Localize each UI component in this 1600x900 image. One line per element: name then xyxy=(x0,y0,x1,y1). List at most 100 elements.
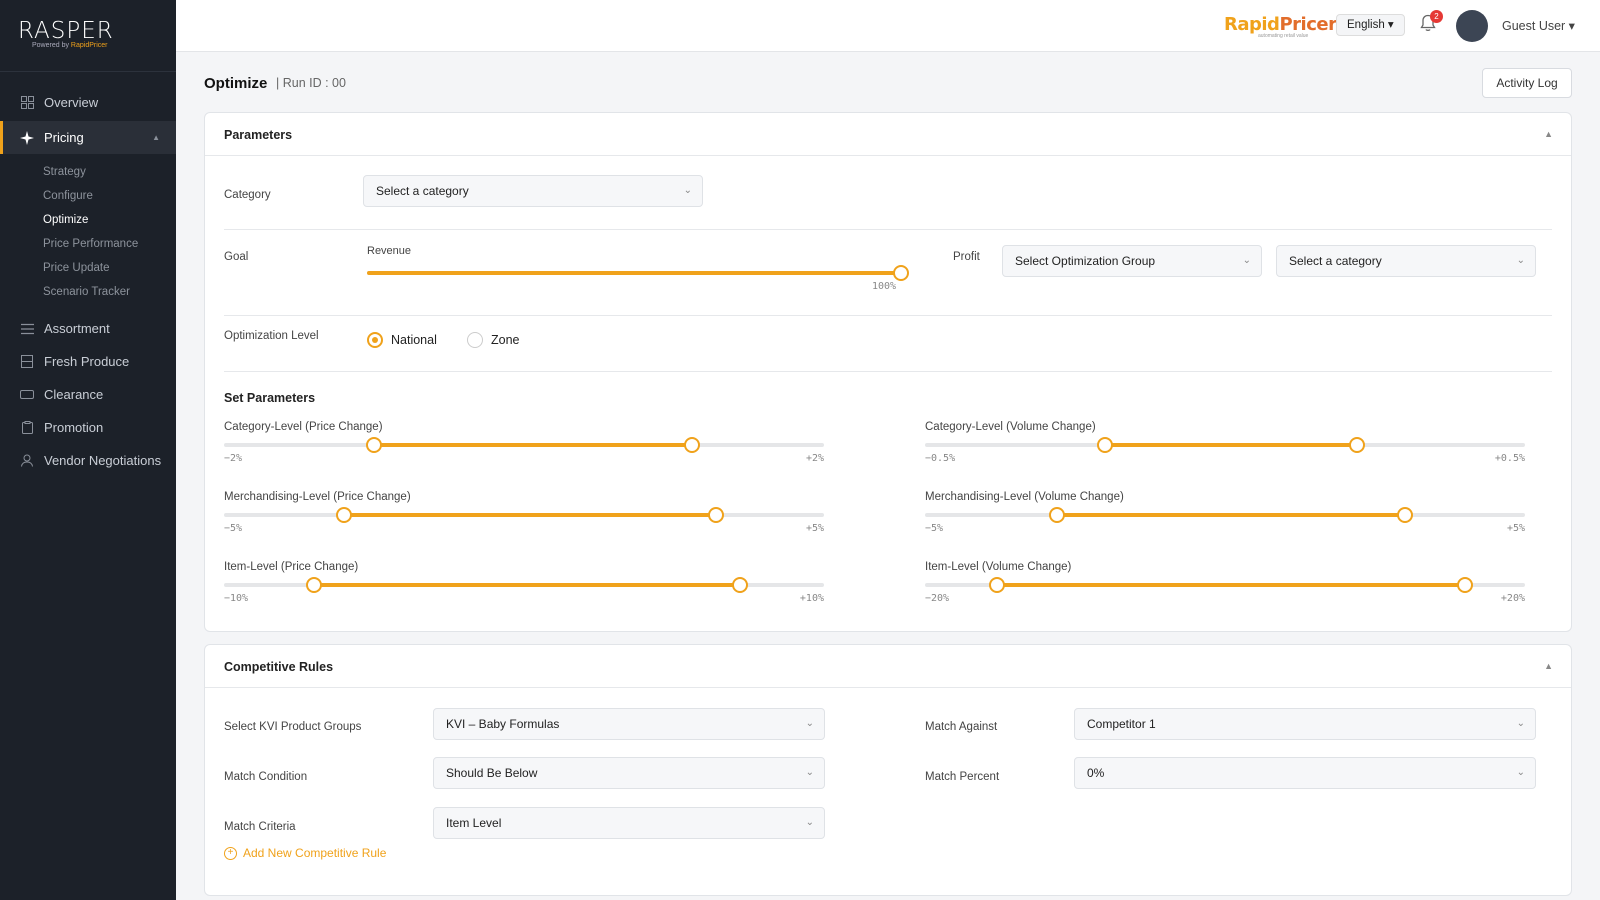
collapse-caret-icon[interactable]: ▲ xyxy=(152,133,160,142)
select-value: Select a category xyxy=(1289,254,1382,268)
kvi-label: Select KVI Product Groups xyxy=(224,721,362,733)
slider-min-label: −5% xyxy=(224,523,243,534)
profit-label: Profit xyxy=(953,251,980,263)
goal-slider-thumb[interactable] xyxy=(893,265,909,281)
radio-national[interactable] xyxy=(367,332,383,348)
collapse-arrow-icon[interactable]: ▲ xyxy=(1544,129,1553,139)
range-slider[interactable] xyxy=(925,507,1525,523)
sidebar-item-label: Assortment xyxy=(44,321,110,336)
page-title: Optimize xyxy=(204,75,268,92)
grid-icon xyxy=(20,96,34,110)
sidebar-item-label: Pricing xyxy=(44,130,84,145)
select-value: Select a category xyxy=(376,184,469,198)
parameters-card: Parameters ▲ Category Select a category … xyxy=(204,112,1572,632)
submenu-price-update[interactable]: Price Update xyxy=(0,256,176,280)
sidebar-item-label: Promotion xyxy=(44,420,104,435)
slider-min-label: −2% xyxy=(224,453,243,464)
slider-max-label: +10% xyxy=(799,593,824,604)
sidebar-item-label: Vendor Negotiations xyxy=(44,453,162,468)
competitive-rules-card: Competitive Rules ▲ Select KVI Product G… xyxy=(204,644,1572,896)
clipboard-icon xyxy=(20,421,34,435)
sidebar-item-clearance[interactable]: Clearance xyxy=(0,378,176,411)
divider xyxy=(224,229,1552,230)
sidebar-item-label: Clearance xyxy=(44,387,104,402)
avatar[interactable] xyxy=(1456,10,1488,42)
select-value: Should Be Below xyxy=(446,766,538,780)
range-slider-thumb-low[interactable] xyxy=(306,577,322,593)
range-slider-thumb-high[interactable] xyxy=(732,577,748,593)
sidebar-item-overview[interactable]: Overview xyxy=(0,86,176,119)
radio-zone-label[interactable]: Zone xyxy=(491,333,520,347)
range-slider-thumb-low[interactable] xyxy=(989,577,1005,593)
submenu-price-performance[interactable]: Price Performance xyxy=(0,232,176,256)
range-slider-thumb-low[interactable] xyxy=(336,507,352,523)
sidebar-item-pricing[interactable]: Pricing ▲ xyxy=(0,121,176,154)
category-select[interactable]: Select a category ⌄ xyxy=(363,175,703,207)
chevron-down-icon: ⌄ xyxy=(1516,718,1525,729)
slider-label: Item-Level (Volume Change) xyxy=(925,561,1072,573)
range-slider[interactable] xyxy=(224,577,824,593)
match-condition-select[interactable]: Should Be Below ⌄ xyxy=(433,757,825,789)
chevron-down-icon: ⌄ xyxy=(805,767,814,778)
match-criteria-select[interactable]: Item Level ⌄ xyxy=(433,807,825,839)
rasper-logo[interactable]: RASPER Powered by RapidPricer xyxy=(0,0,176,72)
chevron-down-icon: ⌄ xyxy=(683,185,692,196)
goal-slider[interactable] xyxy=(367,265,909,281)
range-slider[interactable] xyxy=(224,507,824,523)
add-competitive-rule-button[interactable]: + Add New Competitive Rule xyxy=(224,846,386,860)
pricing-submenu: Strategy Configure Optimize Price Perfor… xyxy=(0,154,176,312)
competitive-rules-header[interactable]: Competitive Rules ▲ xyxy=(205,645,1571,688)
range-slider-thumb-high[interactable] xyxy=(1349,437,1365,453)
range-slider[interactable] xyxy=(925,577,1525,593)
chevron-down-icon: ⌄ xyxy=(1516,767,1525,778)
sidebar-item-assortment[interactable]: Assortment xyxy=(0,312,176,345)
range-slider[interactable] xyxy=(224,437,824,453)
range-slider-thumb-high[interactable] xyxy=(1457,577,1473,593)
notification-badge: 2 xyxy=(1430,10,1443,23)
sidebar-item-promotion[interactable]: Promotion xyxy=(0,411,176,444)
run-id: | Run ID : 00 xyxy=(276,76,346,90)
range-slider-thumb-low[interactable] xyxy=(1049,507,1065,523)
range-slider-thumb-low[interactable] xyxy=(366,437,382,453)
chevron-down-icon: ⌄ xyxy=(805,817,814,828)
profit-category-select[interactable]: Select a category ⌄ xyxy=(1276,245,1536,277)
radio-national-label[interactable]: National xyxy=(391,333,437,347)
chevron-down-icon: ⌄ xyxy=(1242,255,1251,266)
sparkle-icon xyxy=(20,130,34,145)
list-icon xyxy=(20,322,34,336)
slider-label: Merchandising-Level (Volume Change) xyxy=(925,491,1124,503)
submenu-configure[interactable]: Configure xyxy=(0,184,176,208)
match-criteria-label: Match Criteria xyxy=(224,821,296,833)
kvi-product-groups-select[interactable]: KVI – Baby Formulas ⌄ xyxy=(433,708,825,740)
submenu-scenario-tracker[interactable]: Scenario Tracker xyxy=(0,280,176,304)
select-value: Item Level xyxy=(446,816,502,830)
radio-zone[interactable] xyxy=(467,332,483,348)
goal-label: Goal xyxy=(224,251,249,263)
box-icon xyxy=(20,355,34,369)
slider-min-label: −5% xyxy=(925,523,944,534)
rapidpricer-logo[interactable]: RapidPricer xyxy=(1224,14,1337,35)
match-percent-select[interactable]: 0% ⌄ xyxy=(1074,757,1536,789)
sidebar-item-fresh-produce[interactable]: Fresh Produce xyxy=(0,345,176,378)
optimization-group-select[interactable]: Select Optimization Group ⌄ xyxy=(1002,245,1262,277)
slider-min-label: −10% xyxy=(224,593,249,604)
language-select[interactable]: English ▾ xyxy=(1336,14,1405,36)
parameters-header[interactable]: Parameters ▲ xyxy=(205,113,1571,156)
brand-part-b: Pricer xyxy=(1279,14,1337,35)
sidebar-item-vendor-negotiations[interactable]: Vendor Negotiations xyxy=(0,444,176,477)
submenu-optimize[interactable]: Optimize xyxy=(0,208,176,232)
user-menu[interactable]: Guest User ▾ xyxy=(1502,18,1575,33)
range-slider-thumb-high[interactable] xyxy=(684,437,700,453)
collapse-arrow-icon[interactable]: ▲ xyxy=(1544,661,1553,671)
match-against-select[interactable]: Competitor 1 ⌄ xyxy=(1074,708,1536,740)
range-slider-thumb-high[interactable] xyxy=(1397,507,1413,523)
range-slider[interactable] xyxy=(925,437,1525,453)
logo-sub-brand: RapidPricer xyxy=(70,42,108,49)
range-slider-thumb-low[interactable] xyxy=(1097,437,1113,453)
sidebar-item-label: Overview xyxy=(44,95,99,110)
activity-log-button[interactable]: Activity Log xyxy=(1482,68,1572,98)
submenu-strategy[interactable]: Strategy xyxy=(0,160,176,184)
select-value: Select Optimization Group xyxy=(1015,254,1156,268)
range-slider-thumb-high[interactable] xyxy=(708,507,724,523)
slider-label: Merchandising-Level (Price Change) xyxy=(224,491,411,503)
